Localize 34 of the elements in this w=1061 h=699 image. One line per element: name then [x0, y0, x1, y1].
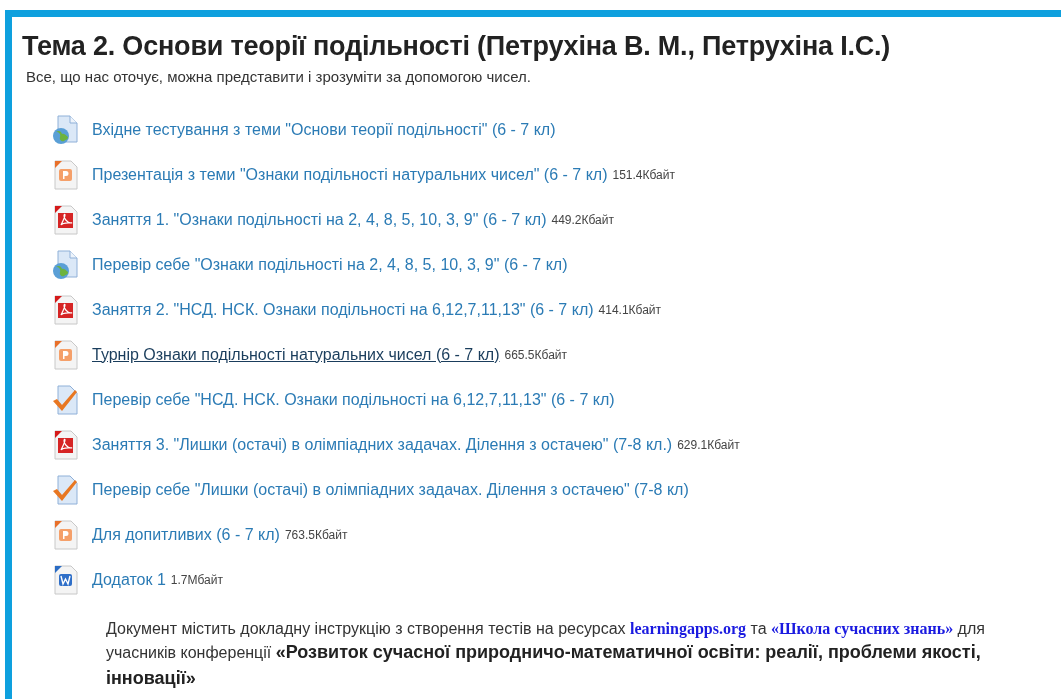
web-page-icon	[52, 249, 78, 280]
activity-link[interactable]: Турнір Ознаки подільності натуральних чисел (6 - 7 кл)	[92, 345, 500, 364]
presentation-file-icon	[52, 339, 78, 370]
activity-link[interactable]: Перевір себе "Ознаки подільності на 2, 4, 8, 5, 10, 3, 9" (6 - 7 кл)	[92, 255, 568, 274]
file-size: 665.5Кбайт	[504, 347, 567, 362]
file-size: 763.5Кбайт	[284, 527, 348, 542]
section-title: Тема 2. Основи теорії подільності (Петрухіна В. М., Петрухіна І.С.)	[22, 31, 892, 62]
activity-link[interactable]: Додаток 1	[92, 570, 166, 589]
description-paragraph: Документ містить докладну інструкцію з створення тестів на ресурсах learningapps.org та «Школа сучасних знань» для учасників конференції «Розвиток сучасної природничо-математичної освіти: реалії, проблеми якості, інновації»	[106, 619, 986, 690]
activity-link[interactable]: Перевір себе "Лишки (остачі) в олімпіадних задачах. Ділення з остачею" (7-8 кл)	[92, 480, 689, 499]
section-summary: Все, що нас оточує, можна представити і зрозуміти за допомогою чисел.	[26, 68, 532, 85]
activity-link[interactable]: Перевір себе "НСД. НСК. Ознаки подільності на 6,12,7,11,13" (6 - 7 кл)	[92, 390, 615, 409]
file-size: 414.1Кбайт	[598, 302, 662, 317]
file-size: 629.1Кбайт	[677, 437, 740, 452]
activity-link[interactable]: Вхідне тестування з теми "Основи теорії подільності" (6 - 7 кл)	[92, 120, 556, 139]
activity-link[interactable]: Заняття 1. "Ознаки подільності на 2, 4, 8, 5, 10, 3, 9" (6 - 7 кл)	[92, 210, 547, 229]
activity-link[interactable]: Для допитливих (6 - 7 кл)	[92, 525, 280, 544]
file-size: 151.4Кбайт	[612, 167, 675, 182]
presentation-file-icon	[52, 519, 78, 550]
resource-link[interactable]: learningapps.org	[630, 620, 747, 637]
file-size: 449.2Кбайт	[551, 212, 614, 227]
pdf-file-icon	[52, 429, 78, 460]
pdf-file-icon	[52, 204, 78, 235]
activity-link[interactable]: Заняття 3. "Лишки (остачі) в олімпіадних задачах. Ділення з остачею" (7-8 кл.)	[92, 435, 673, 454]
presentation-file-icon	[52, 159, 78, 190]
activity-link[interactable]: Заняття 2. "НСД. НСК. Ознаки подільності на 6,12,7,11,13" (6 - 7 кл)	[92, 300, 594, 319]
checkmark-file-icon	[52, 384, 78, 415]
web-page-icon	[52, 114, 78, 145]
checkmark-file-icon	[52, 474, 78, 505]
activity-link[interactable]: Презентація з теми "Ознаки подільності натуральних чисел" (6 - 7 кл)	[92, 165, 608, 184]
resource-link[interactable]: «Школа сучасних знань»	[771, 620, 954, 637]
word-file-icon	[52, 564, 78, 595]
pdf-file-icon	[52, 294, 78, 325]
file-size: 1.7Мбайт	[170, 572, 223, 587]
